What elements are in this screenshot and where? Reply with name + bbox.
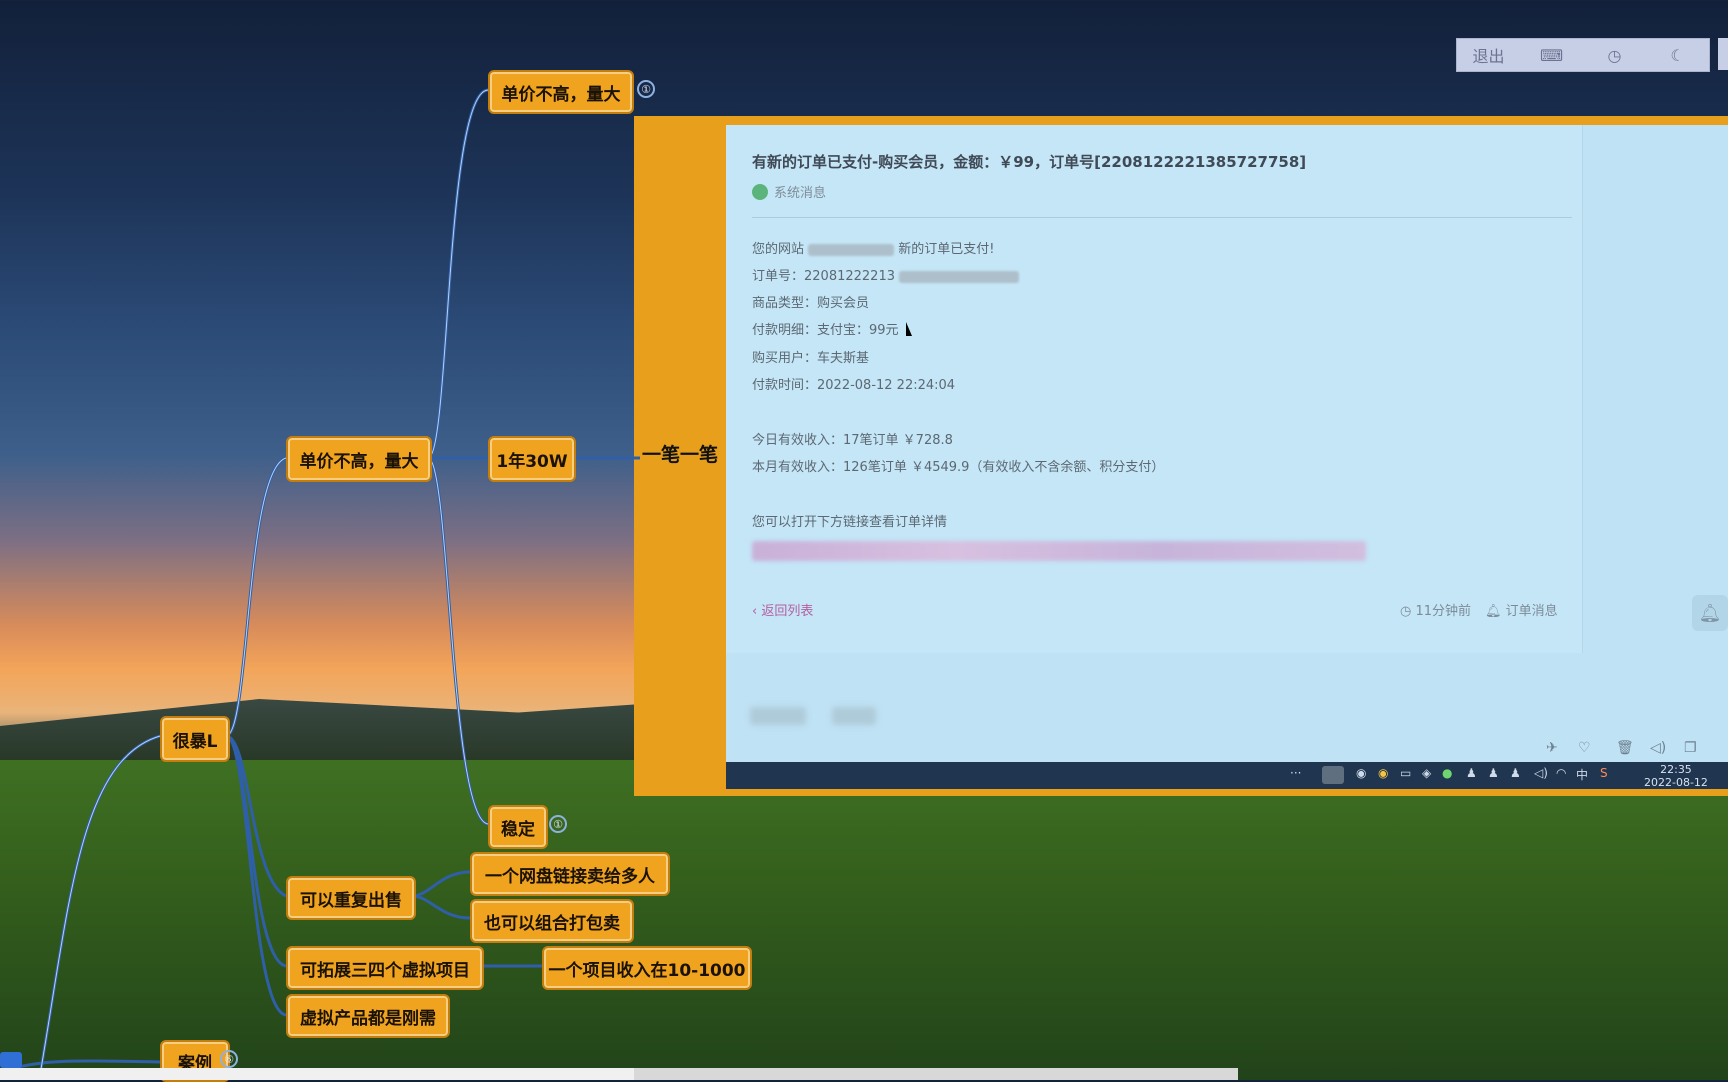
node-year-income[interactable]: 1年30W [488,436,576,482]
node-rigid-demand[interactable]: 虚拟产品都是刚需 [286,994,450,1038]
node-case-badge[interactable]: ⑥ [220,1050,238,1068]
node-repeat-sell[interactable]: 可以重复出售 [286,876,416,920]
node-income-range[interactable]: 一个项目收入在10-1000 [542,946,752,990]
node-stable[interactable]: 稳定 [488,805,548,849]
mindmap-connectors [0,88,640,1076]
left-edge-node[interactable] [0,1052,22,1068]
node-top-price[interactable]: 单价不高，量大 [488,70,634,114]
node-link-many[interactable]: 一个网盘链接卖给多人 [470,852,670,896]
node-expand[interactable]: 可拓展三四个虚拟项目 [286,946,484,990]
scrollbar-thumb[interactable] [634,1068,1238,1080]
node-bundle[interactable]: 也可以组合打包卖 [470,899,634,943]
scrollbar-track [0,1068,634,1080]
node-root[interactable]: 很暴L [160,716,230,762]
node-mid-price[interactable]: 单价不高，量大 [286,436,432,482]
node-top-badge[interactable]: ① [637,80,655,98]
node-stable-badge[interactable]: ① [549,815,567,833]
